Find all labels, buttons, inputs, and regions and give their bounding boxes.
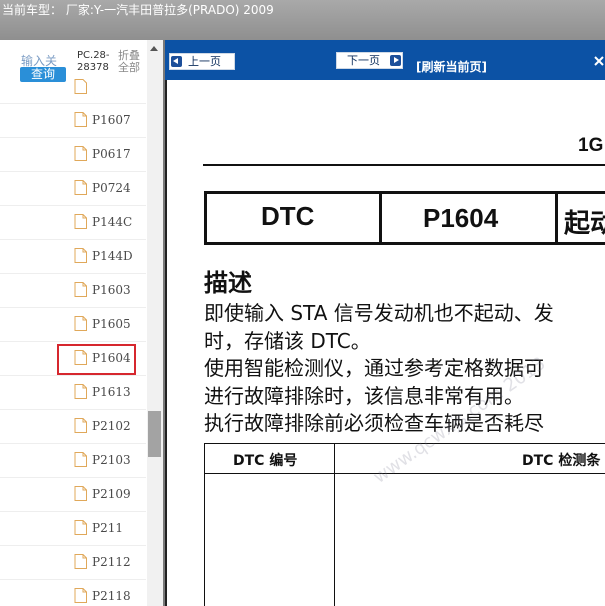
document-icon	[74, 554, 87, 569]
dtc-title: 起动	[564, 209, 605, 239]
document-icon	[74, 520, 87, 535]
tree-item[interactable]: P1605	[0, 308, 146, 342]
tree-row-partial	[0, 79, 146, 104]
document-page: 1G DTC P1604 起动 描述 即使输入 STA 信号发动机也不起动、发 …	[165, 80, 605, 606]
prev-page-button[interactable]: 上一页	[169, 53, 235, 70]
tree-item[interactable]: P1613	[0, 376, 146, 410]
document-icon	[74, 350, 87, 365]
tree-item[interactable]: P0617	[0, 138, 146, 172]
dtc-title-box: DTC P1604 起动	[204, 191, 605, 245]
document-icon	[74, 384, 87, 399]
document-icon	[74, 248, 87, 263]
tree-item-label[interactable]: P1603	[92, 283, 131, 297]
tree-item[interactable]: P2103	[0, 444, 146, 478]
pc-code-line2: 28378	[77, 62, 109, 73]
tree-item[interactable]: P1603	[0, 274, 146, 308]
tree-item[interactable]: P1607	[0, 104, 146, 138]
tree-item-label[interactable]: P2103	[92, 453, 131, 467]
tree-item[interactable]: P144C	[0, 206, 146, 240]
table-header-detection: DTC 检测条	[522, 453, 601, 469]
document-icon	[74, 282, 87, 297]
pc-code: PC.28- 28378	[77, 50, 110, 74]
arrow-right-icon	[390, 55, 401, 66]
doc-header-code: 1G	[578, 135, 604, 156]
next-page-label: 下一页	[347, 54, 380, 67]
document-icon	[74, 418, 87, 433]
tree-item-label[interactable]: P2102	[92, 419, 131, 433]
document-icon	[74, 79, 87, 94]
prev-page-label: 上一页	[188, 55, 221, 68]
description-line: 使用智能检测仪，通过参考定格数据可	[204, 356, 544, 380]
collapse-all-button[interactable]: 折叠 全部	[118, 50, 140, 74]
document-icon	[74, 486, 87, 501]
tree-item-label[interactable]: P1607	[92, 113, 131, 127]
tree-item-label[interactable]: P0724	[92, 181, 131, 195]
table-column-divider	[334, 444, 335, 606]
document-icon	[74, 112, 87, 127]
pc-code-line1: PC.28-	[77, 50, 110, 61]
tree-item[interactable]: P2112	[0, 546, 146, 580]
document-icon	[74, 180, 87, 195]
document-icon	[74, 316, 87, 331]
tree-item[interactable]: P144D	[0, 240, 146, 274]
close-icon[interactable]	[593, 54, 605, 68]
tree-item[interactable]: P0724	[0, 172, 146, 206]
window-title: 当前车型： 厂家:Y-一汽丰田普拉多(PRADO) 2009	[0, 0, 605, 40]
dtc-code-cell: P1604	[382, 194, 558, 242]
scroll-up-arrow-icon[interactable]	[150, 46, 158, 51]
document-icon	[74, 214, 87, 229]
sidebar-scrollbar[interactable]	[147, 40, 163, 606]
dtc-code: P1604	[423, 203, 499, 233]
tree-item-label[interactable]: P144C	[92, 215, 132, 229]
scrollbar-thumb[interactable]	[148, 411, 161, 457]
document-icon	[74, 452, 87, 467]
document-icon	[74, 146, 87, 161]
dtc-label-cell: DTC	[207, 194, 382, 242]
tree-item-label[interactable]: P144D	[92, 249, 133, 263]
tree-item-selected[interactable]: P1604	[0, 342, 146, 376]
tree-item[interactable]: P2109	[0, 478, 146, 512]
tree-item-label[interactable]: P211	[92, 521, 123, 535]
refresh-page-link[interactable]: [刷新当前页]	[416, 58, 487, 75]
section-title: 描述	[204, 269, 252, 297]
description-line: 时，存储该 DTC。	[204, 329, 371, 353]
document-icon	[74, 588, 87, 603]
tree-item-label[interactable]: P0617	[92, 147, 131, 161]
document-toolbar: 上一页 下一页 [刷新当前页]	[165, 40, 605, 80]
sidebar: 输入关 查询 PC.28- 28378 折叠 全部 P1607 P0617 P0…	[0, 40, 165, 606]
collapse-all-line2: 全部	[118, 61, 140, 74]
header-divider	[203, 164, 605, 166]
arrow-left-icon	[171, 56, 182, 67]
tree-item-label[interactable]: P2118	[92, 589, 131, 603]
tree-item-label[interactable]: P2109	[92, 487, 131, 501]
description-line: 即使输入 STA 信号发动机也不起动、发	[204, 301, 554, 325]
tree-item[interactable]: P2118	[0, 580, 146, 606]
tree-item-label[interactable]: P1613	[92, 385, 131, 399]
tree-item[interactable]: P2102	[0, 410, 146, 444]
dtc-label: DTC	[261, 201, 315, 231]
code-tree: P1607 P0617 P0724 P144C P144D P1603 P160…	[0, 79, 146, 606]
description-line: 执行故障排除前必须检查车辆是否耗尽	[204, 411, 544, 435]
table-header-dtc-number: DTC 编号	[233, 453, 298, 469]
tree-item-label[interactable]: P1605	[92, 317, 131, 331]
tree-item[interactable]: P211	[0, 512, 146, 546]
query-button[interactable]: 查询	[20, 67, 66, 82]
next-page-button[interactable]: 下一页	[336, 52, 403, 69]
tree-item-label[interactable]: P1604	[92, 351, 131, 365]
tree-item-label[interactable]: P2112	[92, 555, 131, 569]
main-content: 上一页 下一页 [刷新当前页] 1G DTC P1604 起动 描述 即使输入 …	[165, 40, 605, 606]
